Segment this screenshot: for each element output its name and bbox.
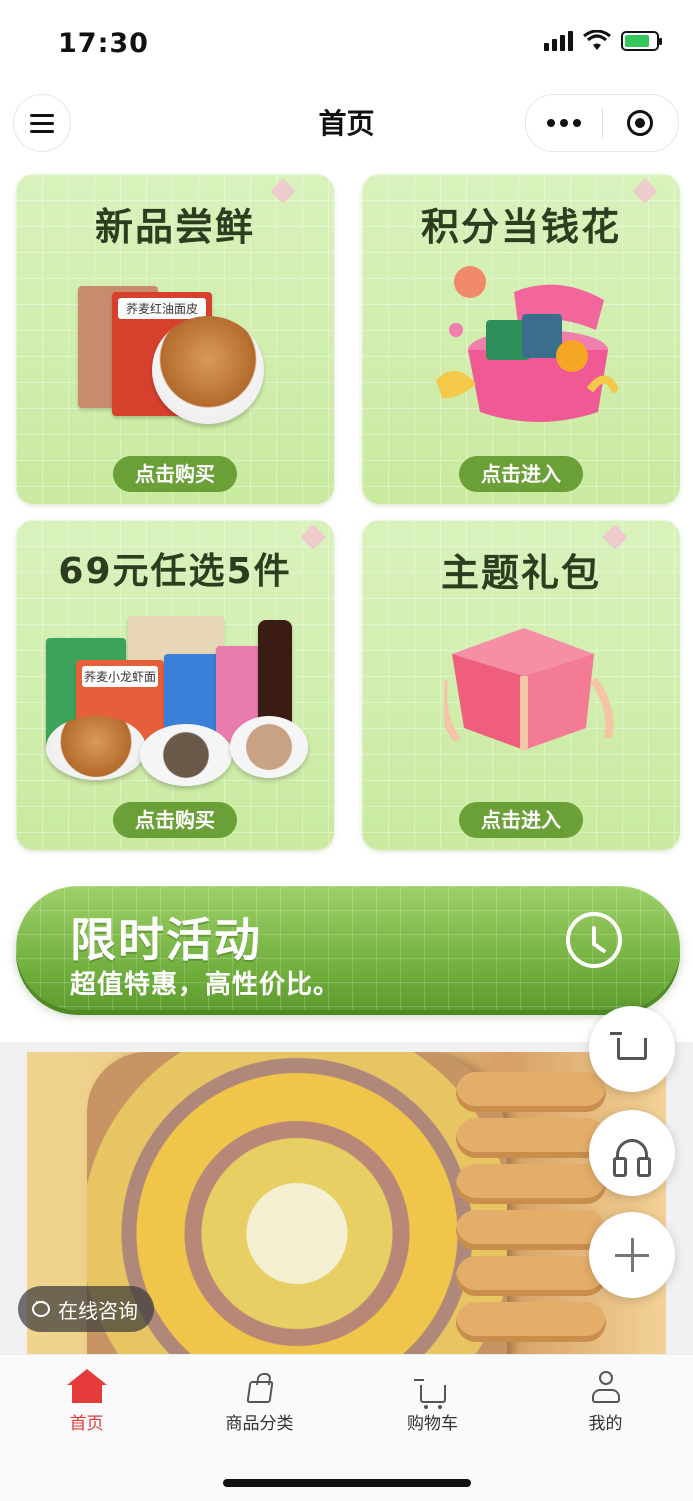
cart-icon xyxy=(413,1379,446,1409)
tab-label: 首页 xyxy=(69,1414,104,1434)
card-title: 69元任选5件 xyxy=(58,551,292,592)
card-title: 新品尝鲜 xyxy=(94,205,255,249)
headset-icon xyxy=(613,1139,651,1177)
package-label: 荞麦小龙虾面 xyxy=(82,666,158,687)
status-time: 17:30 xyxy=(58,28,149,59)
tab-bar: 首页 商品分类 购物车 我的 xyxy=(0,1354,693,1501)
noodle-bowl-image xyxy=(152,316,264,424)
tab-categories[interactable]: 商品分类 xyxy=(173,1367,346,1434)
target-icon xyxy=(627,110,654,136)
home-indicator xyxy=(223,1479,471,1487)
more-button[interactable] xyxy=(526,119,602,127)
gift-box-image xyxy=(436,266,618,422)
cart-icon xyxy=(610,1032,647,1060)
close-miniapp-button[interactable] xyxy=(603,110,679,136)
bread-stack xyxy=(456,1072,606,1354)
online-consult-button[interactable]: 在线咨询 xyxy=(18,1286,154,1332)
card-69-deal[interactable]: 69元任选5件 荞麦小龙虾面 点击购买 xyxy=(16,520,334,850)
enter-button[interactable]: 点击进入 xyxy=(459,456,583,492)
status-bar: 17:30 xyxy=(0,0,693,88)
buy-button[interactable]: 点击购买 xyxy=(113,456,237,492)
card-title: 积分当钱花 xyxy=(420,205,621,249)
chat-icon xyxy=(32,1297,50,1317)
user-icon xyxy=(591,1371,620,1403)
limited-time-banner[interactable]: 限时活动 超值特惠，高性价比。 xyxy=(16,886,680,1010)
wifi-icon xyxy=(583,30,611,50)
bun-plate-image xyxy=(140,724,232,786)
promo-title: 限时活动 xyxy=(70,913,262,967)
tab-label: 购物车 xyxy=(407,1414,458,1434)
card-new-products[interactable]: 新品尝鲜 荞麦红油面皮 点击购买 xyxy=(16,174,334,504)
miniapp-capsule xyxy=(525,94,679,152)
nav-bar: 首页 xyxy=(0,88,693,160)
customer-service-button[interactable] xyxy=(589,1110,675,1196)
card-points[interactable]: 积分当钱花 点击进入 xyxy=(362,174,680,504)
tab-cart[interactable]: 购物车 xyxy=(346,1367,519,1434)
enter-button[interactable]: 点击进入 xyxy=(459,802,583,838)
promo-subtitle: 超值特惠，高性价比。 xyxy=(70,970,341,1000)
card-theme-gift[interactable]: 主题礼包 点击进入 xyxy=(362,520,680,850)
tab-label: 商品分类 xyxy=(225,1414,294,1434)
cart-float-button[interactable] xyxy=(589,1006,675,1092)
expand-button[interactable] xyxy=(589,1212,675,1298)
plus-icon xyxy=(615,1238,649,1272)
consult-label: 在线咨询 xyxy=(58,1298,138,1323)
tab-profile[interactable]: 我的 xyxy=(519,1367,692,1434)
status-icons xyxy=(544,30,662,52)
meatball-plate-image xyxy=(230,716,308,778)
tab-label: 我的 xyxy=(588,1414,623,1434)
battery-icon xyxy=(621,31,662,51)
clock-icon xyxy=(566,912,622,968)
signal-icon xyxy=(544,31,573,51)
buy-button[interactable]: 点击购买 xyxy=(113,802,237,838)
noodle-plate-image xyxy=(46,716,146,780)
home-icon xyxy=(66,1369,107,1403)
card-title: 主题礼包 xyxy=(440,551,601,595)
tab-home[interactable]: 首页 xyxy=(0,1367,173,1434)
shopping-bag-icon xyxy=(245,1381,274,1403)
package-label: 荞麦红油面皮 xyxy=(118,298,206,319)
gift-package-image xyxy=(444,628,614,750)
